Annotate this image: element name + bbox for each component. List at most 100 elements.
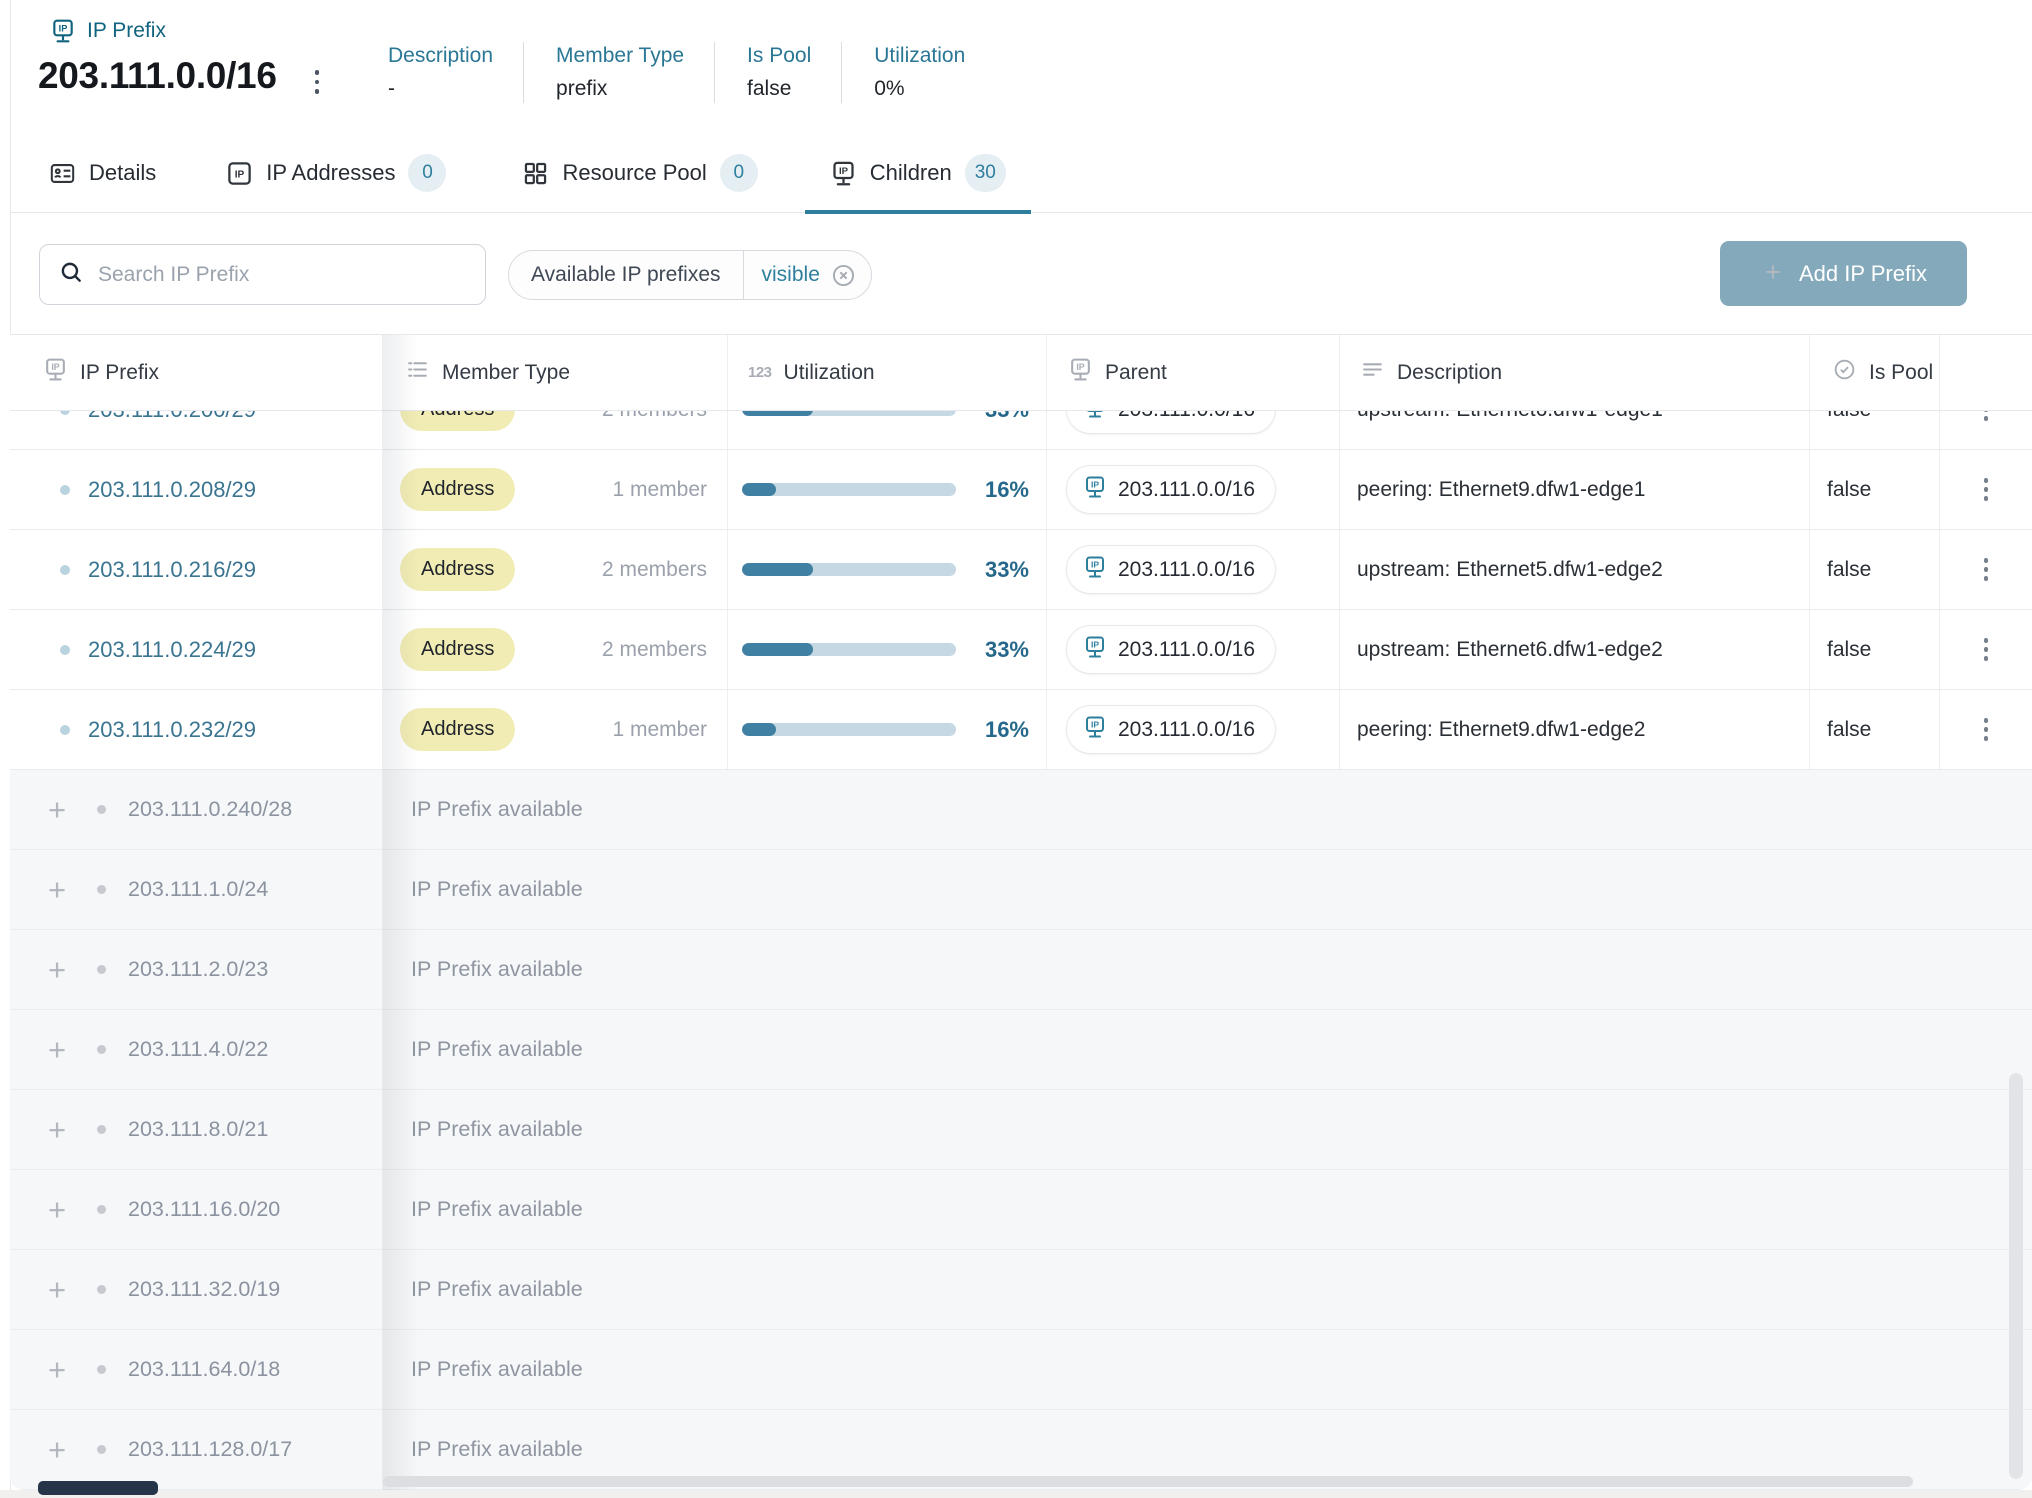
available-row: + 203.111.4.0/22 IP Prefix available [10, 1010, 2032, 1090]
available-status: IP Prefix available [383, 1010, 2032, 1089]
table-hscrollbar-thumb[interactable] [383, 1476, 1913, 1487]
svg-text:IP: IP [235, 169, 245, 180]
field-value: false [747, 77, 811, 101]
member-count: 2 members [602, 558, 707, 582]
available-row: + 203.111.64.0/18 IP Prefix available [10, 1330, 2032, 1410]
field-value: 0% [874, 77, 965, 101]
remove-filter-icon[interactable] [828, 262, 871, 289]
table-row: 203.111.0.216/29 Address 2 members 33% 2… [10, 530, 2032, 610]
row-menu-button[interactable] [1974, 548, 1999, 591]
member-type-badge: Address [400, 628, 515, 671]
row-menu-button[interactable] [1974, 628, 1999, 671]
is-pool-cell: false [1810, 610, 1940, 689]
prefix-status-dot [60, 645, 70, 655]
tab-badge: 30 [965, 154, 1006, 192]
ip-prefix-link[interactable]: 203.111.0.216/29 [88, 557, 256, 583]
tab-bar: Details IP IP Addresses 0 Resource Pool … [11, 140, 2032, 213]
parent-link[interactable]: 203.111.0.0/16 [1066, 705, 1276, 754]
prefix-status-dot [97, 1285, 106, 1294]
utilization-bar [742, 723, 956, 736]
expand-plus-icon[interactable]: + [44, 1114, 70, 1145]
available-row: + 203.111.32.0/19 IP Prefix available [10, 1250, 2032, 1330]
ip-prefix-icon [830, 160, 857, 187]
prefix-status-dot [60, 565, 70, 575]
column-header-description[interactable]: Description [1340, 335, 1810, 410]
parent-link[interactable]: 203.111.0.0/16 [1066, 465, 1276, 514]
available-prefix-label: 203.111.128.0/17 [128, 1437, 292, 1462]
table-header: IP Prefix Member Type 123 Utilization Pa… [10, 335, 2032, 411]
search-box [39, 244, 486, 305]
tab-badge: 0 [408, 154, 446, 192]
column-header-utilization[interactable]: 123 Utilization [728, 335, 1047, 410]
filter-chip-name: Available IP prefixes [509, 263, 743, 287]
available-status: IP Prefix available [383, 1090, 2032, 1169]
expand-plus-icon[interactable]: + [44, 794, 70, 825]
add-button-label: Add IP Prefix [1799, 261, 1927, 287]
available-prefix-label: 203.111.8.0/21 [128, 1117, 268, 1142]
is-pool-cell: false [1810, 450, 1940, 529]
parent-label: 203.111.0.0/16 [1118, 638, 1255, 662]
tab-resource-pool[interactable]: Resource Pool 0 [497, 140, 782, 213]
member-type-badge: Address [400, 468, 515, 511]
utilization-percent: 33% [985, 637, 1029, 663]
field-value: prefix [556, 77, 684, 101]
expand-plus-icon[interactable]: + [44, 874, 70, 905]
tab-details[interactable]: Details [24, 140, 181, 213]
add-ip-prefix-button[interactable]: + Add IP Prefix [1720, 241, 1967, 306]
prefix-status-dot [60, 485, 70, 495]
prefix-status-dot [97, 1205, 106, 1214]
search-icon [58, 259, 84, 290]
row-menu-button[interactable] [1974, 468, 1999, 511]
ip-prefix-link[interactable]: 203.111.0.208/29 [88, 477, 256, 503]
ip-prefix-icon [1083, 715, 1107, 744]
field-utilization: Utilization 0% [841, 42, 995, 103]
member-count: 2 members [602, 638, 707, 662]
tab-ip-addresses[interactable]: IP IP Addresses 0 [201, 140, 471, 213]
parent-link[interactable]: 203.111.0.0/16 [1066, 545, 1276, 594]
available-prefix-label: 203.111.16.0/20 [128, 1197, 280, 1222]
page: IP Prefix 203.111.0.0/16 Description - M… [0, 0, 2032, 1498]
expand-plus-icon[interactable]: + [44, 954, 70, 985]
is-pool-cell: false [1810, 530, 1940, 609]
tab-label: Details [89, 160, 156, 186]
ip-prefix-link[interactable]: 203.111.0.232/29 [88, 717, 256, 743]
available-row: + 203.111.16.0/20 IP Prefix available [10, 1170, 2032, 1250]
description-cell: upstream: Ethernet5.dfw1-edge2 [1340, 530, 1810, 609]
breadcrumb[interactable]: IP Prefix [50, 18, 166, 44]
column-header-member-type[interactable]: Member Type [383, 335, 728, 410]
column-header-ip-prefix[interactable]: IP Prefix [10, 335, 383, 410]
utilization-percent: 16% [985, 717, 1029, 743]
field-label: Member Type [556, 44, 684, 68]
expand-plus-icon[interactable]: + [44, 1354, 70, 1385]
check-circle-icon [1832, 357, 1857, 388]
available-prefix-label: 203.111.4.0/22 [128, 1037, 268, 1062]
filter-chip[interactable]: Available IP prefixes visible [508, 250, 872, 300]
page-hscrollbar-thumb[interactable] [38, 1481, 158, 1495]
expand-plus-icon[interactable]: + [44, 1434, 70, 1465]
table-vscrollbar-thumb[interactable] [2009, 1073, 2023, 1479]
title-menu-button[interactable] [300, 62, 334, 102]
ip-prefix-icon [50, 18, 76, 44]
breadcrumb-label: IP Prefix [87, 19, 166, 43]
available-prefix-label: 203.111.1.0/24 [128, 877, 268, 902]
row-menu-button[interactable] [1974, 708, 1999, 751]
field-label: Utilization [874, 44, 965, 68]
expand-plus-icon[interactable]: + [44, 1194, 70, 1225]
member-count: 1 member [612, 478, 707, 502]
available-row: + 203.111.0.240/28 IP Prefix available [10, 770, 2032, 850]
parent-label: 203.111.0.0/16 [1118, 478, 1255, 502]
tab-children[interactable]: Children 30 [805, 140, 1031, 213]
column-header-is-pool[interactable]: Is Pool [1810, 335, 1940, 410]
search-input[interactable] [98, 263, 467, 287]
column-header-parent[interactable]: Parent [1047, 335, 1340, 410]
table-row: 203.111.0.224/29 Address 2 members 33% 2… [10, 610, 2032, 690]
plus-icon: + [1760, 259, 1786, 286]
available-status: IP Prefix available [383, 1330, 2032, 1409]
expand-plus-icon[interactable]: + [44, 1274, 70, 1305]
expand-plus-icon[interactable]: + [44, 1034, 70, 1065]
ip-prefix-icon [1068, 357, 1093, 388]
ip-prefix-link[interactable]: 203.111.0.224/29 [88, 637, 256, 663]
available-status: IP Prefix available [383, 1170, 2032, 1249]
ip-prefix-icon [1083, 635, 1107, 664]
parent-link[interactable]: 203.111.0.0/16 [1066, 625, 1276, 674]
